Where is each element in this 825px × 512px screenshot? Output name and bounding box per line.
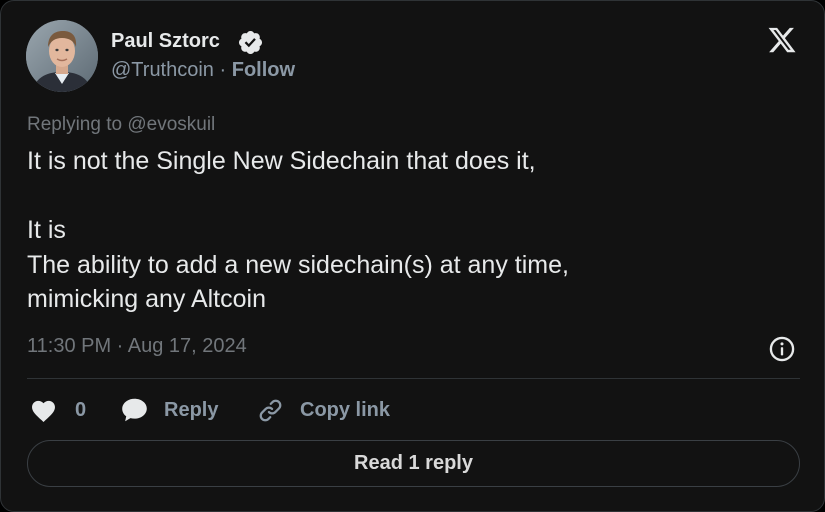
author-handle[interactable]: @Truthcoin [111,59,214,81]
heart-icon [32,400,55,422]
like-count: 0 [75,398,87,421]
avatar[interactable] [26,20,98,92]
speech-bubble-icon [122,398,147,422]
like-button[interactable]: 0 [30,395,86,425]
divider [27,378,800,379]
copy-link-button[interactable]: Copy link [257,395,390,425]
tweet-embed-card: Paul Sztorc @Truthcoin · Follow Replying… [0,0,825,512]
tweet-line: It is not the Single New Sidechain that … [27,147,536,175]
copy-link-label: Copy link [300,398,391,421]
read-replies-button[interactable]: Read 1 reply [27,440,800,487]
x-logo-icon[interactable] [765,25,799,55]
info-icon[interactable] [768,335,796,363]
tweet-line: mimicking any Altcoin [27,285,266,313]
handle-row: @Truthcoin · Follow [111,58,295,82]
author-name[interactable]: Paul Sztorc [111,29,220,53]
tweet-line: The ability to add a new sidechain(s) at… [27,250,569,279]
verified-badge-icon [238,30,263,55]
tweet-timestamp[interactable]: 11:30 PM · Aug 17, 2024 [27,334,247,358]
tweet-line [27,179,787,214]
follow-link[interactable]: Follow [232,59,295,81]
tweet-text: It is not the Single New Sidechain that … [27,144,787,317]
tweet-line: It is [27,216,66,244]
read-replies-label: Read 1 reply [354,452,473,474]
replying-to[interactable]: Replying to @evoskuil [27,113,215,137]
reply-label: Reply [164,398,219,421]
avatar-photo [26,20,98,92]
reply-button[interactable]: Reply [120,395,218,425]
handle-separator: · [219,59,227,81]
link-icon [259,399,282,421]
